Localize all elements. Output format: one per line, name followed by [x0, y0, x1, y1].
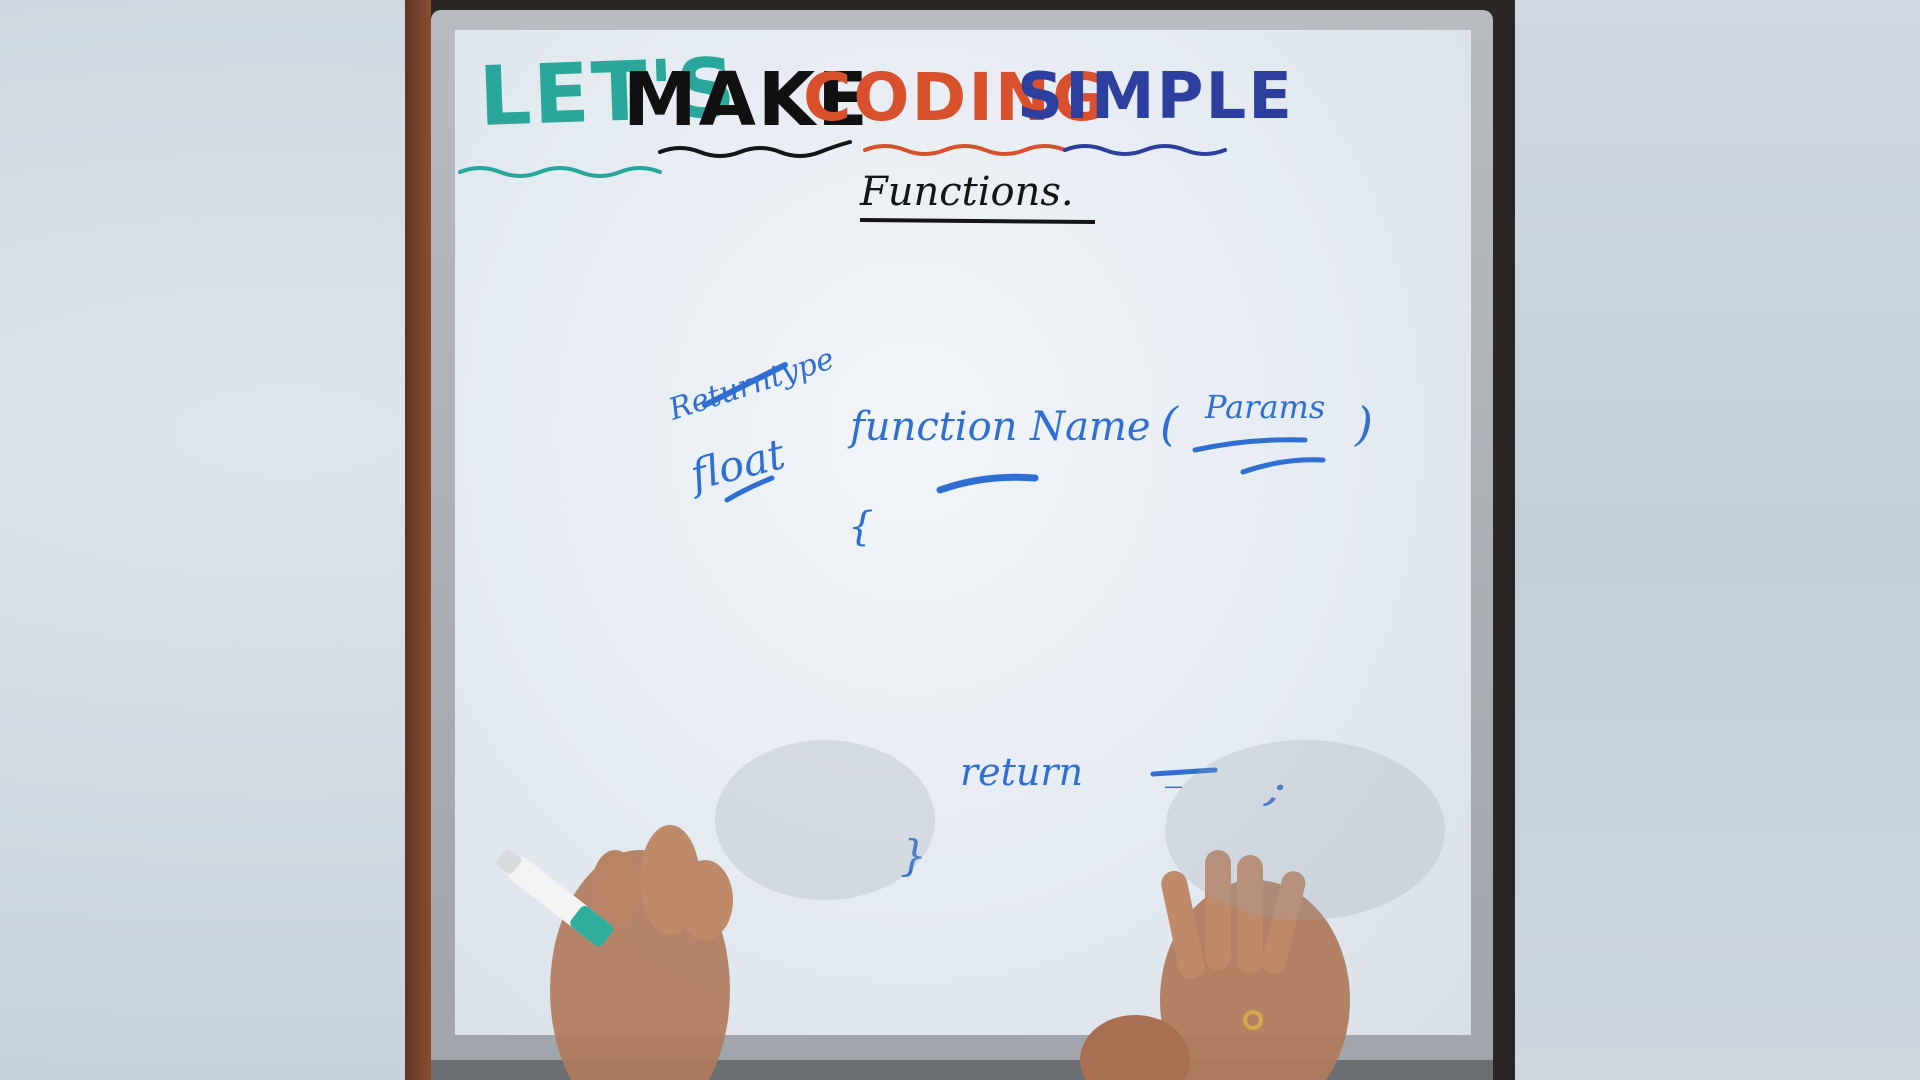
return-value-blank: _ — [1165, 749, 1182, 789]
params-text: Params — [1204, 388, 1325, 426]
hand-shadow-right — [1165, 740, 1445, 920]
heading-functions: Functions. — [859, 169, 1074, 215]
title-word-simple: SIMPLE — [1017, 60, 1294, 134]
title-underline — [458, 140, 1227, 178]
function-name: function Name — [847, 404, 1151, 450]
heading-underline — [859, 218, 1096, 224]
return-type-float: float — [683, 429, 790, 500]
close-paren: ) — [1354, 397, 1373, 451]
function-name-underline — [936, 473, 1039, 494]
params-underline-1 — [1192, 437, 1308, 453]
params-underline-2 — [1240, 457, 1326, 475]
video-stage: LET'S MAKE CODING SIMPLE Functions. Retu… — [0, 0, 1920, 1080]
hand-shadow-left — [715, 740, 935, 900]
return-keyword: return — [960, 750, 1083, 794]
presenter-left-hand — [550, 825, 733, 1080]
whiteboard-drawing: LET'S MAKE CODING SIMPLE Functions. Retu… — [458, 41, 1445, 1080]
open-paren: ( — [1160, 397, 1179, 451]
open-brace: { — [848, 504, 873, 550]
blurred-background-right — [1515, 0, 1920, 1080]
video-frame: LET'S MAKE CODING SIMPLE Functions. Retu… — [405, 0, 1515, 1080]
